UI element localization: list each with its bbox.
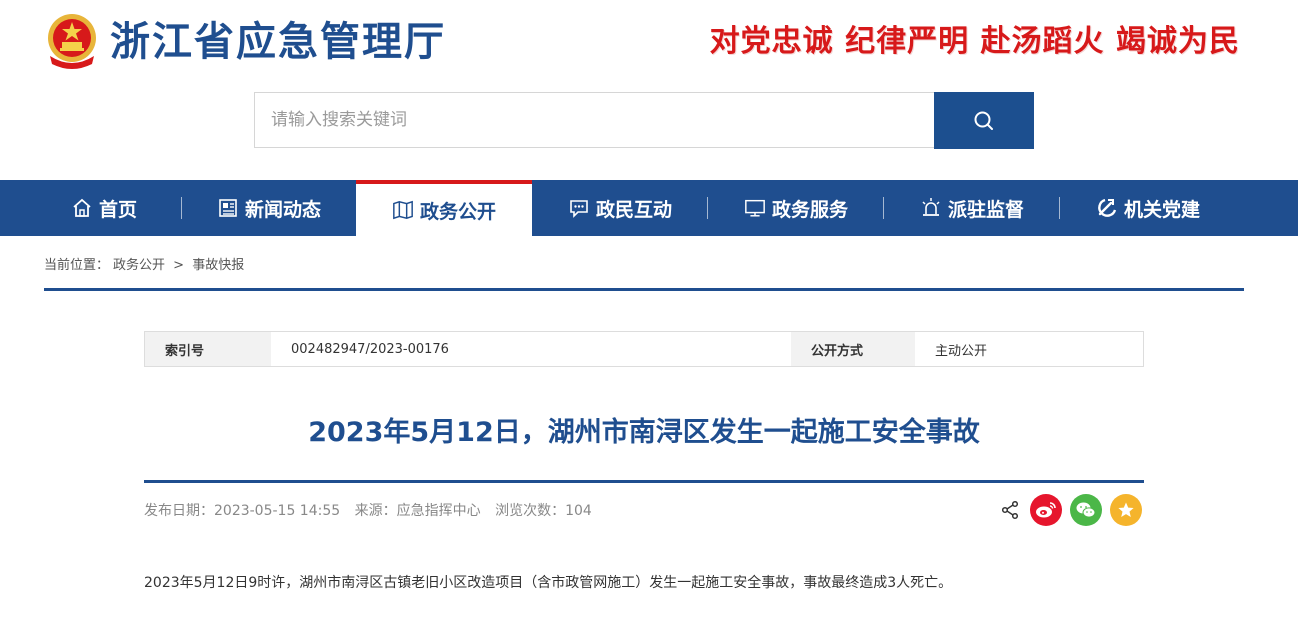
- wechat-share-button[interactable]: [1070, 494, 1102, 526]
- article-body: 2023年5月12日9时许，湖州市南浔区古镇老旧小区改造项目（含市政管网施工）发…: [144, 575, 953, 591]
- alarm-icon: [920, 197, 942, 219]
- index-value: 002482947/2023-00176: [291, 341, 449, 357]
- article-title: 2023年5月12日，湖州市南浔区发生一起施工安全事故: [308, 417, 980, 448]
- nav-item-supervision[interactable]: 派驻监督: [884, 180, 1060, 236]
- search-button[interactable]: [934, 92, 1034, 149]
- divider: [44, 288, 1244, 291]
- weibo-icon: [1036, 502, 1056, 518]
- index-label: 索引号: [145, 332, 271, 366]
- book-icon: [392, 199, 414, 221]
- method-value: 主动公开: [935, 343, 988, 359]
- search-icon: [974, 111, 993, 130]
- method-label: 公开方式: [791, 332, 915, 366]
- breadcrumb-separator: >: [173, 258, 185, 273]
- nav-label: 政务公开: [419, 200, 496, 223]
- divider: [144, 480, 1144, 483]
- nav-item-party[interactable]: 机关党建: [1060, 180, 1236, 236]
- header-slogan: 对党忠诚 纪律严明 赴汤蹈火 竭诚为民: [709, 24, 1240, 59]
- site-title[interactable]: 浙江省应急管理厅: [110, 14, 446, 70]
- article-source: 来源：应急指挥中心: [354, 503, 481, 519]
- search-input[interactable]: [254, 92, 934, 148]
- chat-icon: [568, 197, 590, 219]
- nav-label: 政民互动: [595, 198, 672, 221]
- breadcrumb: 当前位置： 政务公开 > 事故快报: [44, 254, 248, 273]
- nav-item-home[interactable]: 首页: [26, 180, 182, 236]
- wechat-icon: [1076, 502, 1096, 518]
- breadcrumb-prefix: 当前位置：: [44, 258, 110, 273]
- weibo-share-button[interactable]: [1030, 494, 1062, 526]
- nav-item-news[interactable]: 新闻动态: [182, 180, 356, 236]
- breadcrumb-link-accident-report[interactable]: 事故快报: [192, 258, 244, 273]
- share-icon[interactable]: [1000, 500, 1020, 520]
- article-meta: 发布日期：2023-05-15 14:55 来源：应急指挥中心 浏览次数：104: [144, 500, 602, 520]
- nav-item-interaction[interactable]: 政民互动: [532, 180, 708, 236]
- nav-label: 派驻监督: [947, 198, 1024, 221]
- nav-item-gov-affairs[interactable]: 政务公开: [356, 180, 532, 236]
- info-table: 索引号 002482947/2023-00176 公开方式 主动公开: [144, 331, 1144, 367]
- view-count: 浏览次数：104: [495, 503, 592, 519]
- home-icon: [71, 197, 93, 219]
- publish-date: 发布日期：2023-05-15 14:55: [144, 503, 341, 519]
- main-nav: 首页 新闻动态 政务公开 政民互动 政务服务 派驻监督 机关党建: [0, 180, 1298, 236]
- favorite-button[interactable]: [1110, 494, 1142, 526]
- nav-item-services[interactable]: 政务服务: [708, 180, 884, 236]
- breadcrumb-link-gov-affairs[interactable]: 政务公开: [113, 258, 165, 273]
- favorite-icon: [1118, 502, 1134, 517]
- newspaper-icon: [217, 197, 239, 219]
- share-bar: [1000, 494, 1142, 526]
- nav-label: 政务服务: [771, 198, 848, 221]
- nav-label: 新闻动态: [244, 198, 321, 221]
- nav-label: 首页: [98, 198, 137, 221]
- site-header: 浙江省应急管理厅 对党忠诚 纪律严明 赴汤蹈火 竭诚为民: [0, 0, 1298, 180]
- national-emblem-icon: [44, 12, 100, 70]
- nav-label: 机关党建: [1123, 198, 1200, 221]
- party-emblem-icon: [1096, 197, 1118, 219]
- monitor-icon: [744, 197, 766, 219]
